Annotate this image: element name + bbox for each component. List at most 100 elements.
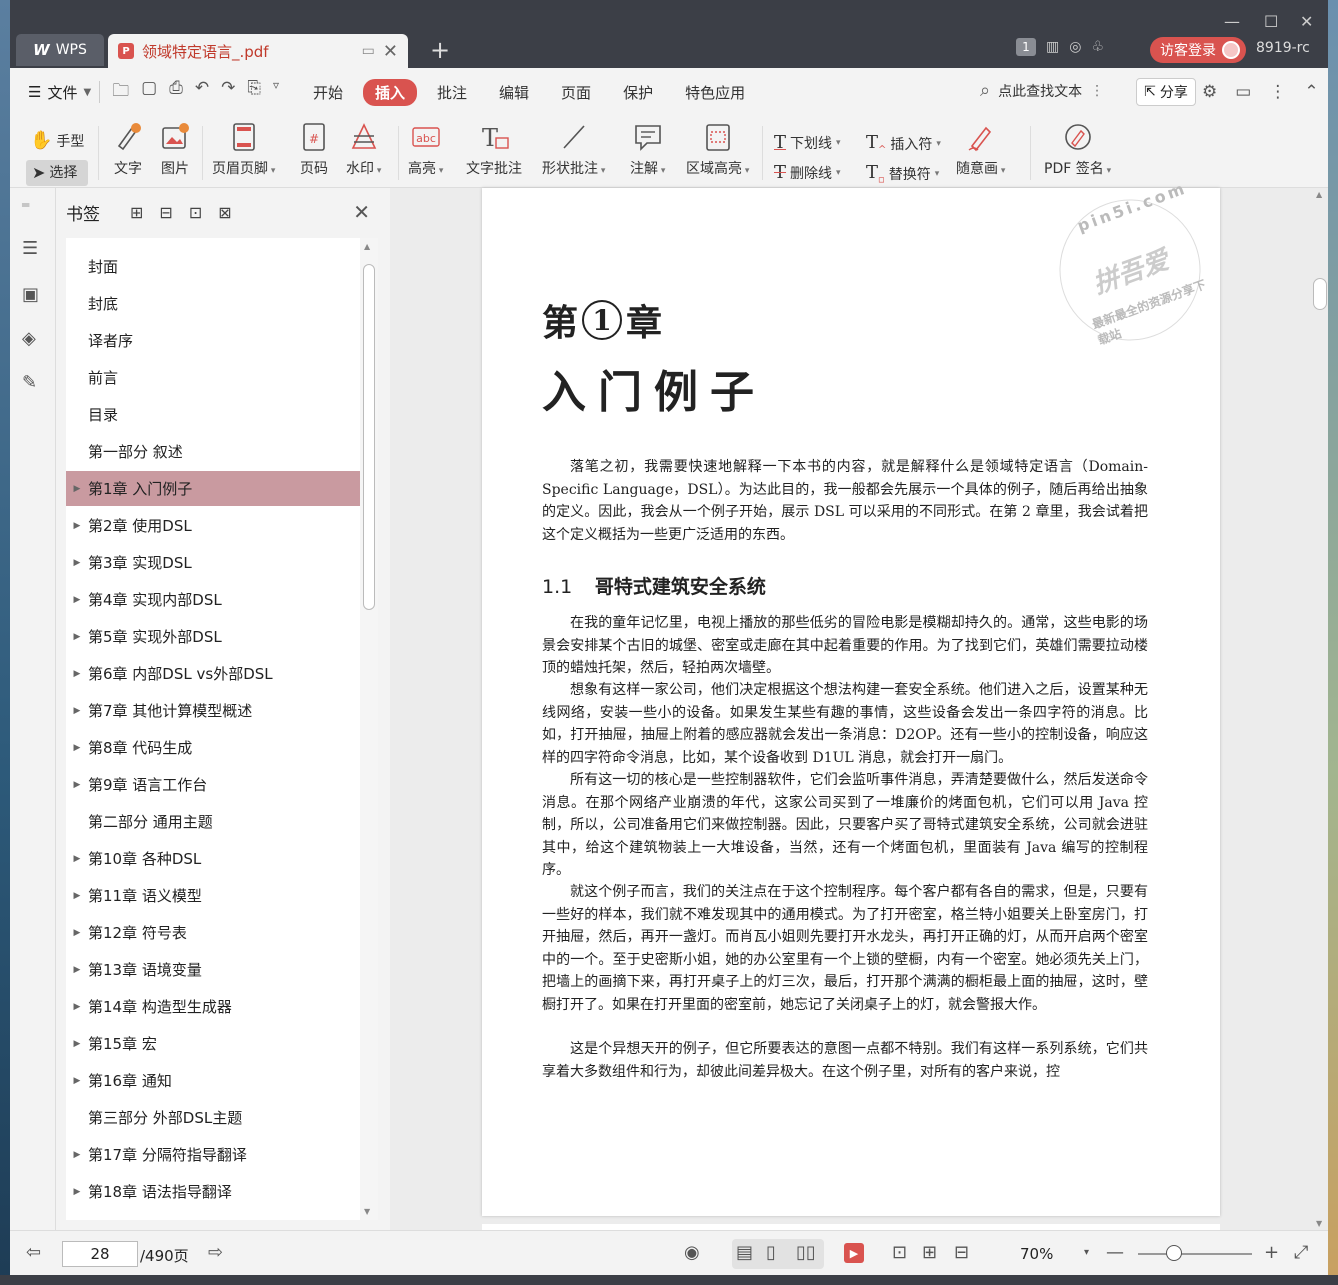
bookmark-item[interactable]: 第三部分 外部DSL主题	[66, 1100, 360, 1135]
more-vertical-icon[interactable]: ⋮	[1090, 83, 1104, 99]
highlight-tool[interactable]: abc 高亮 ▾	[408, 120, 443, 178]
document-viewport[interactable]: pin5i.com 拼吾爱 最新最全的资源分享下载站 第 1 章 入门例子 落笔…	[390, 178, 1328, 1244]
bookmark-item[interactable]: ▶ 第17章 分隔符指导翻译	[66, 1137, 360, 1172]
window-restore-icon[interactable]: ▭	[362, 43, 375, 59]
expand-arrow-icon[interactable]: ▶	[66, 1187, 88, 1197]
scroll-up-icon[interactable]: ▲	[364, 242, 370, 251]
pdf-sign-tool[interactable]: PDF 签名 ▾	[1044, 120, 1111, 178]
add-bookmark-icon[interactable]: ⊞	[130, 203, 143, 222]
more-vertical-icon[interactable]: ⋮	[1269, 82, 1286, 102]
close-panel-icon[interactable]: ✕	[353, 200, 370, 224]
strikethrough-tool[interactable]: T 删除线 ▾	[774, 162, 841, 183]
bookmark-item[interactable]: ▶第19章 BNF	[66, 1211, 360, 1220]
expand-arrow-icon[interactable]: ▶	[66, 595, 88, 605]
expand-arrow-icon[interactable]: ▶	[66, 706, 88, 716]
bookmark-item[interactable]: 第二部分 通用主题	[66, 804, 360, 839]
tab-edit[interactable]: 编辑	[487, 79, 541, 106]
bookmark-item[interactable]: 封底	[66, 286, 360, 321]
thumbnail-icon[interactable]: ▣	[22, 284, 39, 305]
expand-arrow-icon[interactable]: ▶	[66, 484, 88, 494]
close-tab-icon[interactable]: ✕	[383, 41, 398, 62]
bookmark-item[interactable]: ▶ 第3章 实现DSL	[66, 545, 360, 580]
collapse-ribbon-icon[interactable]: ⌃	[1304, 82, 1318, 102]
scroll-up-icon[interactable]: ▲	[1316, 190, 1322, 199]
bookmark-item[interactable]: ▶ 第8章 代码生成	[66, 730, 360, 765]
document-scrollbar[interactable]: ▲ ▼	[1312, 188, 1328, 1230]
tab-protect[interactable]: 保护	[611, 79, 665, 106]
zoom-out-icon[interactable]: —	[1106, 1242, 1124, 1263]
skin-icon[interactable]: ◎	[1069, 39, 1081, 55]
bookmark-scroll-thumb[interactable]	[363, 264, 375, 610]
play-slideshow-icon[interactable]: ▶	[844, 1243, 864, 1263]
bookmark-item[interactable]: ▶ 第6章 内部DSL vs外部DSL	[66, 656, 360, 691]
bookmark-item[interactable]: ▶ 第7章 其他计算模型概述	[66, 693, 360, 728]
bookmark-item[interactable]: 目录	[66, 397, 360, 432]
next-page-icon[interactable]: ⇨	[208, 1242, 223, 1263]
bookmark-item[interactable]: ▶ 第9章 语言工作台	[66, 767, 360, 802]
window-count-badge[interactable]: 1	[1016, 38, 1036, 56]
two-page-view-icon[interactable]: ▯▯	[796, 1242, 816, 1263]
message-icon[interactable]: ▭	[1235, 82, 1251, 102]
expand-arrow-icon[interactable]: ▶	[66, 521, 88, 531]
open-folder-icon[interactable]: 🗀	[112, 78, 129, 107]
insert-image-tool[interactable]: 图片	[160, 120, 190, 178]
header-footer-tool[interactable]: 页眉页脚 ▾	[212, 120, 275, 178]
tab-insert[interactable]: 插入	[363, 78, 418, 106]
zoom-slider-knob[interactable]	[1166, 1245, 1182, 1261]
expand-arrow-icon[interactable]: ▶	[66, 1076, 88, 1086]
zoom-level[interactable]: 70%	[1020, 1245, 1053, 1263]
bookmark-item[interactable]: ▶ 第5章 实现外部DSL	[66, 619, 360, 654]
zoom-slider-track[interactable]	[1138, 1253, 1252, 1255]
zoom-in-icon[interactable]: +	[1264, 1242, 1279, 1263]
page-number-input[interactable]: 28	[62, 1241, 138, 1267]
bookmark-item[interactable]: 第一部分 叙述	[66, 434, 360, 469]
gear-icon[interactable]: ⚙	[1202, 82, 1217, 102]
bookmark-item[interactable]: ▶ 第2章 使用DSL	[66, 508, 360, 543]
bookmark-scrollbar[interactable]: ▲ ▼	[360, 238, 378, 1220]
expand-arrow-icon[interactable]: ▶	[66, 558, 88, 568]
bookmark-item[interactable]: ▶ 第16章 通知	[66, 1063, 360, 1098]
maximize-icon[interactable]: ☐	[1264, 12, 1278, 31]
scroll-down-icon[interactable]: ▼	[1316, 1219, 1322, 1228]
expand-arrow-icon[interactable]: ▶	[66, 780, 88, 790]
annotation-list-icon[interactable]: ◈	[22, 328, 36, 349]
insert-mark-tool[interactable]: T^ 插入符 ▾	[866, 132, 941, 156]
single-page-view-icon[interactable]: ▯	[766, 1242, 776, 1263]
expand-arrow-icon[interactable]: ▶	[66, 1150, 88, 1160]
watermark-tool[interactable]: 水印 ▾	[346, 120, 381, 178]
bookmark-item[interactable]: ▶ 第1章 入门例子	[66, 471, 360, 506]
tab-comment[interactable]: 批注	[425, 79, 479, 106]
signature-panel-icon[interactable]: ✎	[22, 372, 37, 393]
zoom-dropdown-icon[interactable]: ▾	[1084, 1247, 1089, 1258]
text-comment-tool[interactable]: T 文字批注	[466, 120, 522, 178]
annotation-tool[interactable]: 注解 ▾	[630, 120, 665, 178]
select-tool[interactable]: ➤ 选择	[32, 162, 77, 182]
bookmark-item[interactable]: 封面	[66, 249, 360, 284]
wps-home-tab[interactable]: W WPS	[16, 34, 104, 66]
export-icon[interactable]: ⎘	[247, 78, 261, 107]
bookmark-item[interactable]: ▶ 第10章 各种DSL	[66, 841, 360, 876]
bookmark-list-icon[interactable]: ☰	[22, 238, 38, 259]
tab-page[interactable]: 页面	[549, 79, 603, 106]
freehand-tool[interactable]: 随意画 ▾	[956, 120, 1005, 178]
expand-arrow-icon[interactable]: ▶	[66, 928, 88, 938]
close-window-icon[interactable]: ✕	[1300, 12, 1313, 31]
expand-arrow-icon[interactable]: ▶	[66, 1002, 88, 1012]
scroll-down-icon[interactable]: ▼	[364, 1207, 370, 1216]
save-icon[interactable]: ▢	[141, 78, 157, 107]
replace-mark-tool[interactable]: T▫ 替换符 ▾	[866, 162, 939, 186]
expand-arrow-icon[interactable]: ▶	[66, 1039, 88, 1049]
document-scroll-thumb[interactable]	[1313, 278, 1327, 310]
grid-view-icon[interactable]: ▥	[1046, 39, 1059, 55]
fullscreen-icon[interactable]: ⤢	[1294, 1242, 1308, 1263]
expand-arrow-icon[interactable]: ▶	[66, 743, 88, 753]
bookmark-item[interactable]: ▶ 第18章 语法指导翻译	[66, 1174, 360, 1209]
bookmark-item[interactable]: 译者序	[66, 323, 360, 358]
prev-page-icon[interactable]: ⇦	[26, 1242, 41, 1263]
bookmark-settings-icon[interactable]: ⊠	[218, 203, 231, 222]
expand-bookmark-icon[interactable]: ⊡	[189, 203, 202, 222]
bookmark-item[interactable]: ▶ 第12章 符号表	[66, 915, 360, 950]
document-tab[interactable]: P 领域特定语言_.pdf ▭ ✕	[108, 34, 408, 68]
eye-protect-icon[interactable]: ◉	[684, 1242, 700, 1263]
more-chevron-icon[interactable]: ▿	[273, 78, 279, 107]
